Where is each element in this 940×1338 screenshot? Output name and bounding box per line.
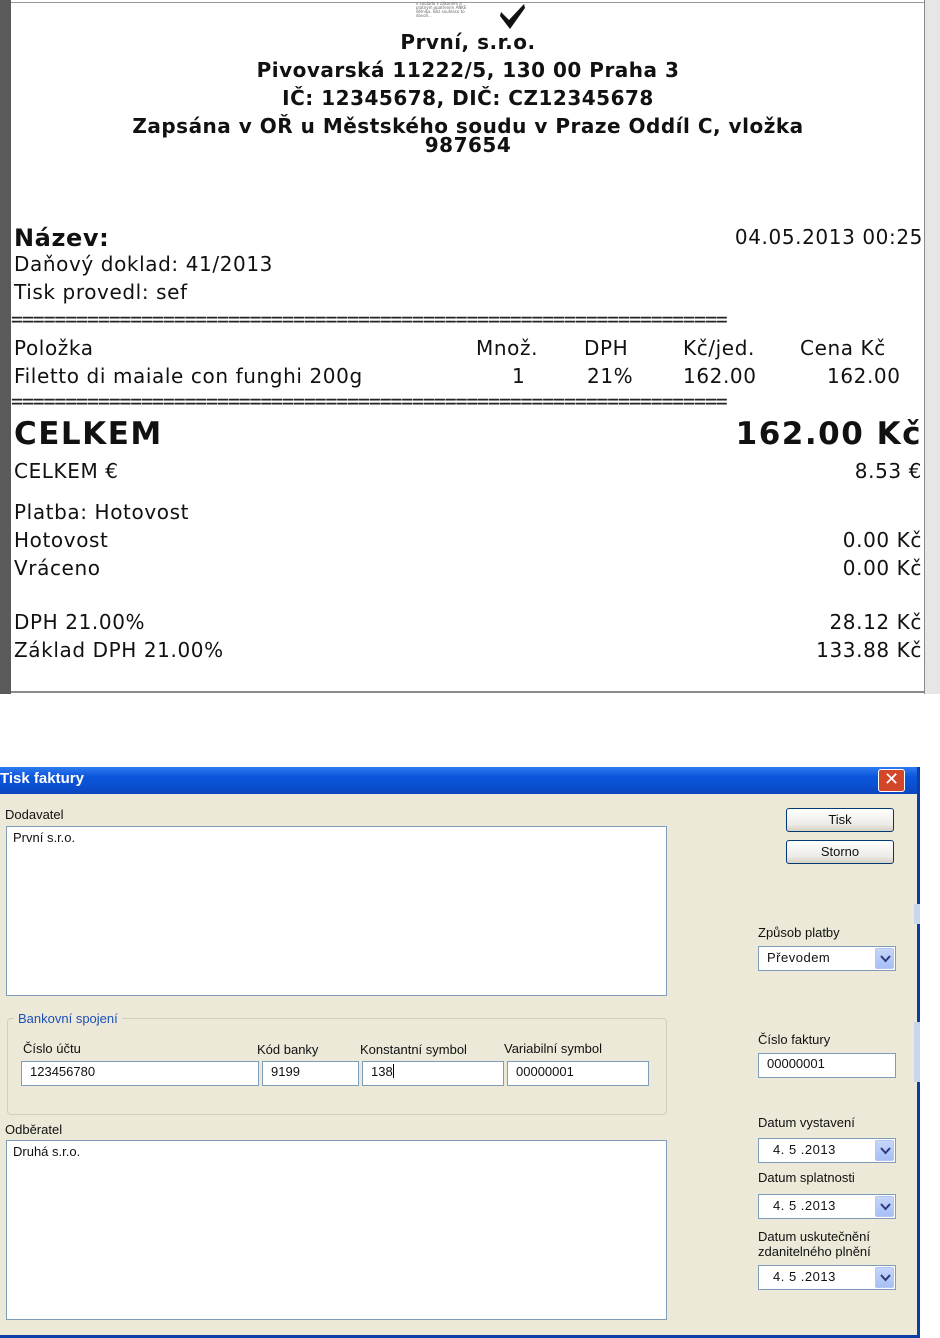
dialog-title: Tisk faktury [0,770,84,787]
customer-label: Odběratel [5,1122,63,1137]
supplier-textarea[interactable]: První s.r.o. [6,826,667,996]
row-qty: 1 [512,364,526,388]
chevron-down-icon[interactable] [875,1140,894,1161]
name-label: Název: [14,224,110,252]
total-value: 162.00 Kč [735,416,922,452]
vat-base-label: Základ DPH 21.00% [14,638,224,662]
company-ids: IČ: 12345678, DIČ: CZ12345678 [282,86,654,110]
taxable-date-value: 4. 5 .2013 [773,1269,836,1284]
company-name: První, s.r.o. [400,30,536,54]
bank-code-label: Kód banky [257,1042,319,1057]
receipt-datetime: 04.05.2013 00:25 [734,225,923,249]
cash-label: Hotovost [14,528,109,552]
right-scrollbar[interactable] [924,0,940,694]
taxable-date-picker[interactable]: 4. 5 .2013 [758,1265,896,1290]
due-date-picker[interactable]: 4. 5 .2013 [758,1194,896,1219]
printed-by: Tisk provedl: sef [14,280,188,304]
customer-textarea[interactable]: Druhá s.r.o. [6,1140,667,1320]
payment-method-value: Převodem [767,950,831,965]
invoice-number-input[interactable]: 00000001 [758,1053,896,1078]
text-cursor [392,1064,394,1078]
issue-date-label: Datum vystavení [758,1115,855,1130]
left-border [0,0,11,694]
print-button[interactable]: Tisk [786,808,894,832]
print-invoice-dialog: Tisk faktury ✕ Dodavatel První s.r.o. Ba… [0,767,920,1338]
account-number-label: Číslo účtu [23,1041,81,1056]
checkmark-logo-icon [500,4,525,29]
scroll-indicator-2 [914,1022,920,1082]
taxable-date-label-1: Datum uskutečnění [758,1229,871,1244]
issue-date-picker[interactable]: 4. 5 .2013 [758,1138,896,1163]
invoice-number-label: Číslo faktury [758,1032,831,1047]
due-date-label: Datum splatnosti [758,1170,855,1185]
supplier-label: Dodavatel [5,807,64,822]
bottom-divider [11,691,924,693]
supplier-value: První s.r.o. [13,830,76,845]
tax-document-number: Daňový doklad: 41/2013 [14,252,274,276]
invoice-number-value: 00000001 [767,1056,825,1071]
total-label: CELKEM [14,416,163,452]
variable-symbol-value: 00000001 [516,1064,574,1079]
constant-symbol-value: 138 [371,1064,393,1079]
issue-date-value: 4. 5 .2013 [773,1142,836,1157]
title-bar[interactable]: Tisk faktury ✕ [0,767,917,794]
change-label: Vráceno [14,556,101,580]
company-address: Pivovarská 11222/5, 130 00 Praha 3 [256,58,680,82]
total-eur-value: 8.53 € [854,459,922,483]
due-date-value: 4. 5 .2013 [773,1198,836,1213]
bank-code-input[interactable]: 9199 [262,1061,359,1086]
change-value: 0.00 Kč [842,556,922,580]
vat-value: 28.12 Kč [829,610,922,634]
header-vat: DPH [584,336,629,360]
payment-method: Platba: Hotovost [14,500,190,524]
close-button[interactable]: ✕ [878,769,905,792]
vat-base-value: 133.88 Kč [816,638,922,662]
receipt-preview: v souladu s zákonem a platným opatřením … [0,0,940,694]
chevron-down-icon[interactable] [875,1196,894,1217]
chevron-down-icon[interactable] [875,1267,894,1288]
row-item: Filetto di maiale con funghi 200g [14,364,363,388]
row-unit-price: 162.00 [683,364,757,388]
header-qty: Množ. [476,336,539,360]
vat-label: DPH 21.00% [14,610,146,634]
constant-symbol-label: Konstantní symbol [360,1042,467,1057]
chevron-down-icon[interactable] [875,948,894,969]
register-line-2: 987654 [424,133,512,157]
customer-value: Druhá s.r.o. [13,1144,81,1159]
variable-symbol-label: Variabilní symbol [504,1041,603,1056]
logo-small-text: v souladu s zákonem a platným opatřením … [416,1,467,18]
taxable-date-label-2: zdanitelného plnění [758,1244,871,1259]
payment-method-label: Způsob platby [758,925,840,940]
row-price: 162.00 [827,364,901,388]
cancel-button[interactable]: Storno [786,840,894,864]
row-vat: 21% [587,364,634,388]
cash-value: 0.00 Kč [842,528,922,552]
separator-line: ========================================… [11,312,728,326]
scroll-indicator [914,904,920,924]
account-number-value: 123456780 [30,1064,96,1079]
constant-symbol-input[interactable]: 138 [362,1061,504,1086]
bank-group-label: Bankovní spojení [14,1011,122,1026]
account-number-input[interactable]: 123456780 [21,1061,259,1086]
header-price: Cena Kč [800,336,886,360]
header-item: Položka [14,336,94,360]
payment-method-select[interactable]: Převodem [758,946,896,971]
total-eur-label: CELKEM € [14,459,119,483]
header-unit-price: Kč/jed. [683,336,755,360]
bank-code-value: 9199 [271,1064,300,1079]
separator-line-2: ========================================… [11,394,728,408]
variable-symbol-input[interactable]: 00000001 [507,1061,649,1086]
